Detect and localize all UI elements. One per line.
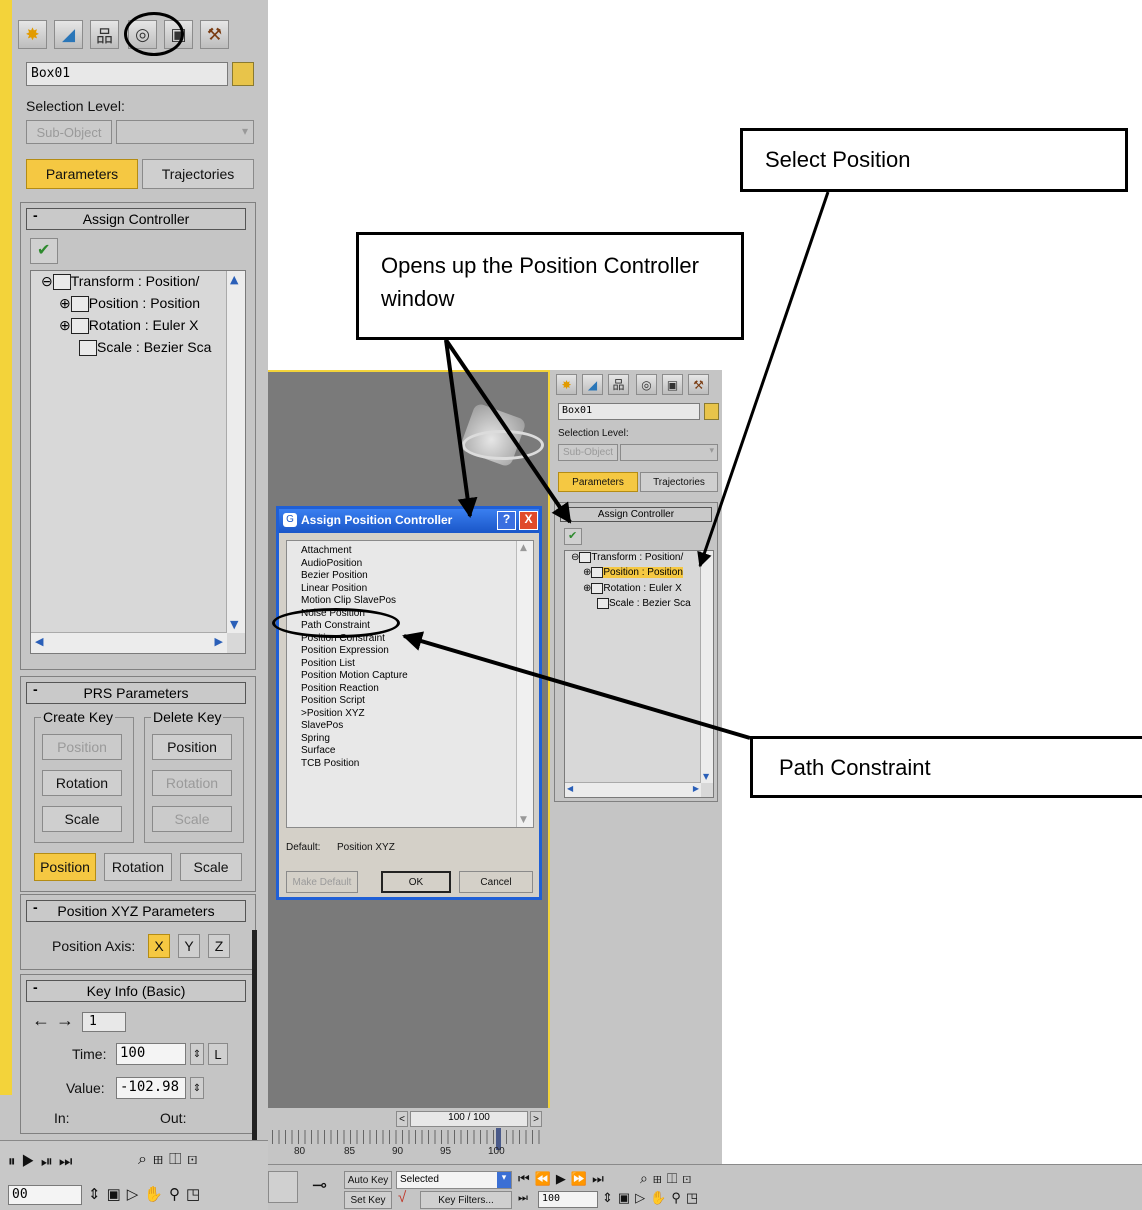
arrow-to-path-constraint [402, 631, 751, 740]
annotation-arrows [402, 191, 830, 740]
arrow-to-position-row [697, 191, 830, 568]
arrow-to-assign-button [444, 338, 572, 524]
